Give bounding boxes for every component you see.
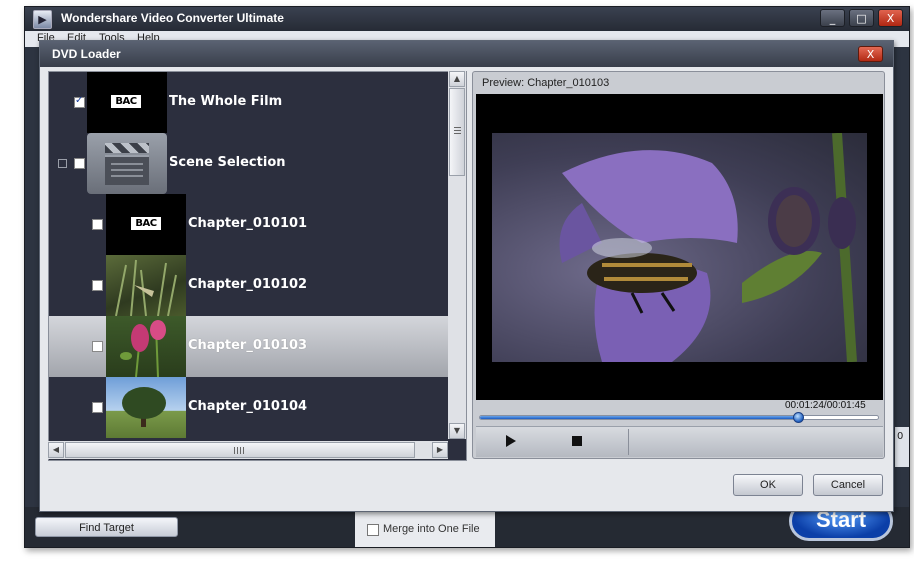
list-item-label: Chapter_010104 xyxy=(188,399,308,414)
ok-button[interactable]: OK xyxy=(733,474,803,496)
title-list: BAC The Whole Film Scene Selection BAC C… xyxy=(48,71,467,461)
scene-selection-checkbox[interactable] xyxy=(74,158,85,169)
tree-thumbnail xyxy=(106,377,186,438)
chapter-checkbox[interactable] xyxy=(92,219,103,230)
find-target-button[interactable]: Find Target xyxy=(35,517,178,537)
main-titlebar[interactable]: ▶ Wondershare Video Converter Ultimate _… xyxy=(25,7,909,31)
scroll-down-button[interactable]: ▼ xyxy=(449,423,465,439)
clapperboard-thumbnail xyxy=(87,133,167,194)
list-item-whole-film[interactable]: BAC The Whole Film xyxy=(49,72,449,133)
vertical-scroll-thumb[interactable] xyxy=(449,88,465,176)
chapter-checkbox[interactable] xyxy=(92,341,103,352)
dialog-close-button[interactable]: X xyxy=(858,46,883,62)
preview-panel: Preview: Chapter_010103 00:01:24/00:01:4… xyxy=(472,71,885,459)
list-item-chapter-010101[interactable]: BAC Chapter_010101 xyxy=(49,194,449,255)
list-item-chapter-010103[interactable]: Chapter_010103 xyxy=(49,316,449,377)
merge-checkbox[interactable] xyxy=(367,524,379,536)
list-item-label: Chapter_010101 xyxy=(188,216,308,231)
preview-frame xyxy=(492,133,867,362)
chapter-checkbox[interactable] xyxy=(92,402,103,413)
play-icon[interactable] xyxy=(506,435,516,447)
merge-label: Merge into One File xyxy=(383,523,480,535)
side-strip: 0 xyxy=(895,427,909,467)
bac-logo-thumbnail: BAC xyxy=(106,194,186,255)
dialog-title: DVD Loader xyxy=(52,47,121,61)
dvd-loader-dialog: DVD Loader X BAC The Whole Film Scene Se… xyxy=(39,40,894,512)
maximize-button[interactable]: □ xyxy=(849,9,874,27)
app-icon: ▶ xyxy=(33,10,52,29)
progress-knob[interactable] xyxy=(793,412,805,423)
close-button[interactable]: X xyxy=(878,9,903,27)
stop-icon[interactable] xyxy=(572,436,582,446)
preview-label: Preview: Chapter_010103 xyxy=(482,77,610,89)
preview-video xyxy=(476,94,883,400)
clapperboard-icon xyxy=(87,133,167,194)
dialog-titlebar[interactable]: DVD Loader X xyxy=(40,41,893,67)
scroll-right-button[interactable]: ▶ xyxy=(432,442,448,458)
list-item-chapter-010102[interactable]: Chapter_010102 xyxy=(49,255,449,316)
whole-film-checkbox[interactable] xyxy=(74,95,85,108)
merge-option: Merge into One File xyxy=(355,512,495,547)
progress-fill xyxy=(480,416,799,419)
bac-logo-text: BAC xyxy=(111,95,141,108)
horizontal-scroll-thumb[interactable] xyxy=(65,442,415,458)
playback-controls xyxy=(476,426,883,457)
cancel-button[interactable]: Cancel xyxy=(813,474,883,496)
list-vertical-scrollbar[interactable]: ▲ ▼ xyxy=(448,71,466,439)
list-item-label: Chapter_010102 xyxy=(188,277,308,292)
scroll-left-button[interactable]: ◀ xyxy=(48,442,64,458)
flower-thumbnail xyxy=(106,316,186,377)
minimize-button[interactable]: _ xyxy=(820,9,845,27)
scroll-up-button[interactable]: ▲ xyxy=(449,71,465,87)
controls-divider xyxy=(628,429,629,455)
list-item-label: Chapter_010103 xyxy=(188,338,308,353)
list-item-label: The Whole Film xyxy=(169,94,283,109)
playback-progress[interactable] xyxy=(479,412,879,423)
bac-logo-text: BAC xyxy=(131,217,161,230)
list-horizontal-scrollbar[interactable]: ◀ ▶ xyxy=(48,441,448,459)
grass-thumbnail xyxy=(106,255,186,316)
list-item-scene-selection[interactable]: Scene Selection xyxy=(49,133,449,194)
app-title: Wondershare Video Converter Ultimate xyxy=(61,11,284,25)
chapter-checkbox[interactable] xyxy=(92,280,103,291)
expand-toggle[interactable] xyxy=(58,159,67,168)
bac-logo-thumbnail: BAC xyxy=(87,72,167,133)
time-readout: 00:01:24/00:01:45 xyxy=(785,400,866,411)
list-item-chapter-010104[interactable]: Chapter_010104 xyxy=(49,377,449,438)
list-item-label: Scene Selection xyxy=(169,155,286,170)
side-strip-text: 0 xyxy=(897,431,904,442)
